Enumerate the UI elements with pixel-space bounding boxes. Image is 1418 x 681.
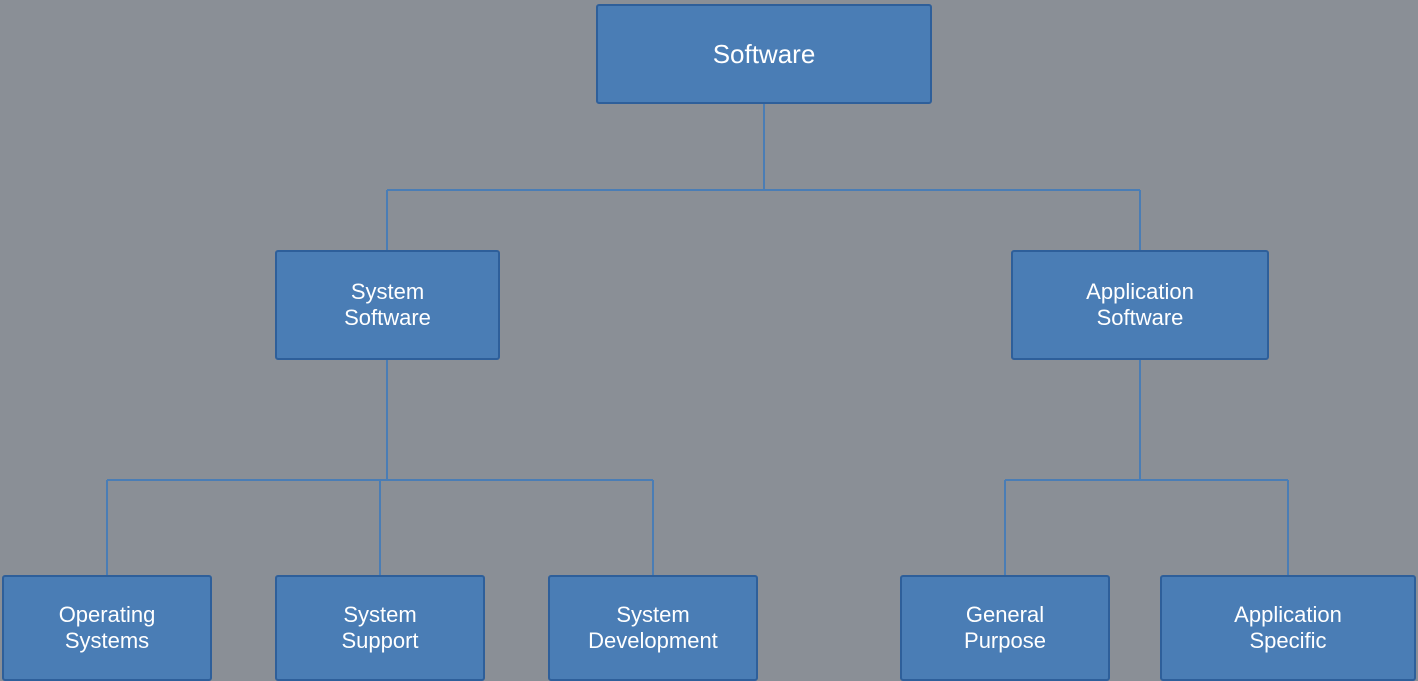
node-application-specific: Application Specific — [1160, 575, 1416, 681]
diagram: Software System Software Application Sof… — [0, 0, 1418, 681]
node-software: Software — [596, 4, 932, 104]
node-system-development: System Development — [548, 575, 758, 681]
node-operating-systems: Operating Systems — [2, 575, 212, 681]
node-general-purpose: General Purpose — [900, 575, 1110, 681]
node-application-software: Application Software — [1011, 250, 1269, 360]
node-system-support: System Support — [275, 575, 485, 681]
node-system-software: System Software — [275, 250, 500, 360]
